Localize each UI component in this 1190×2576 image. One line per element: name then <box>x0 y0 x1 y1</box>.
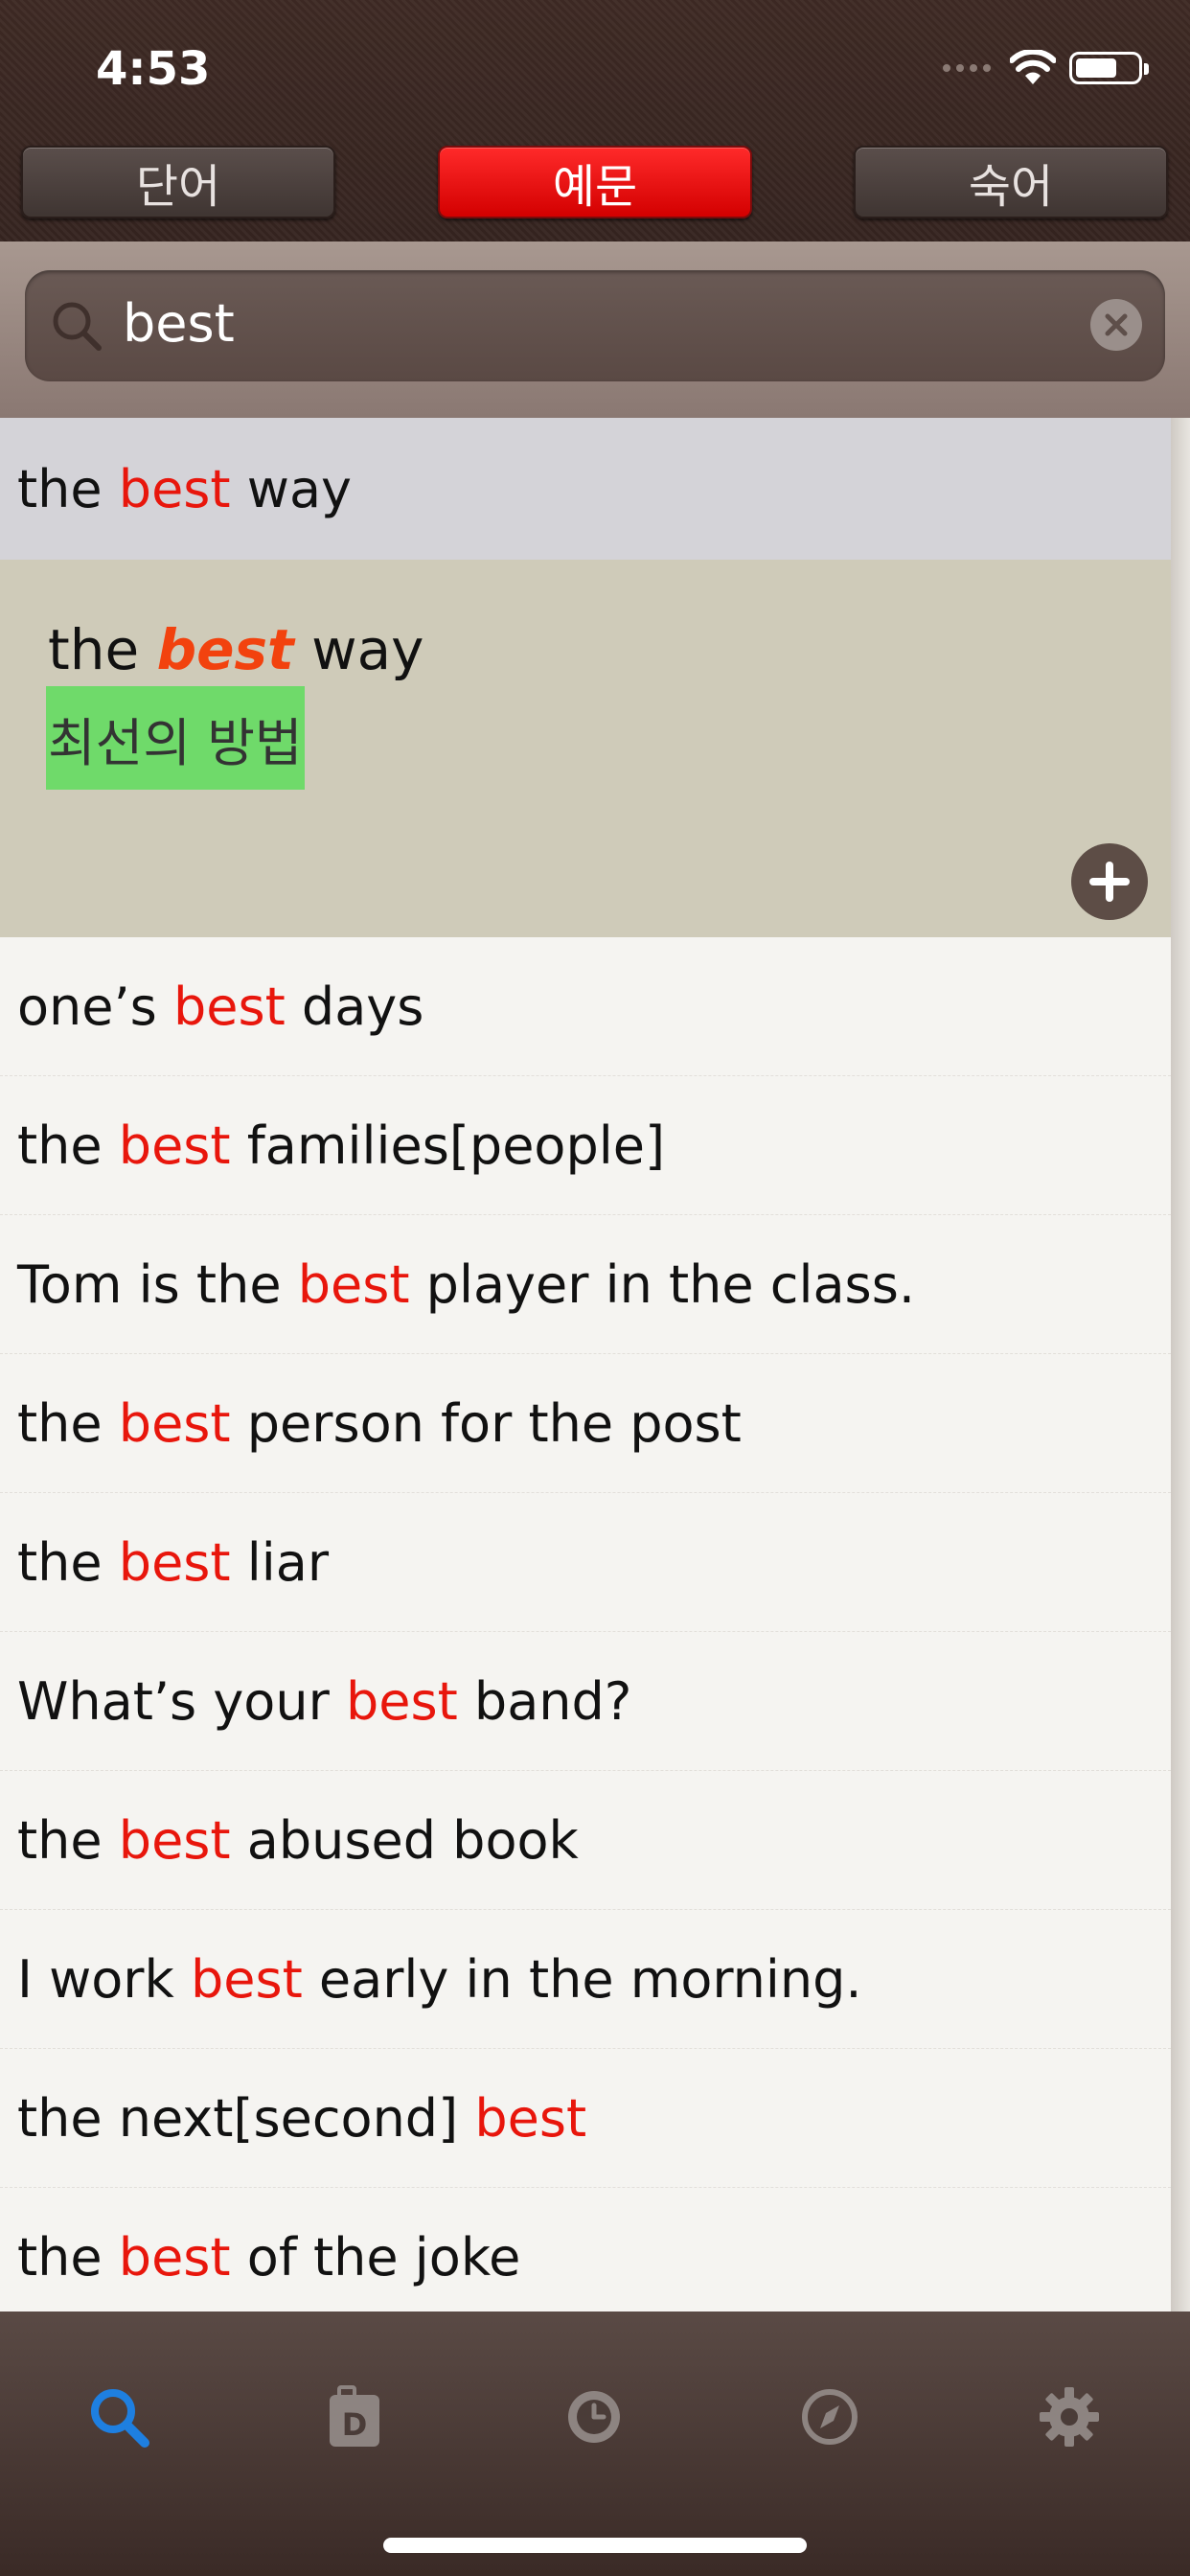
history-icon <box>568 2391 620 2443</box>
detail-english: the best way <box>48 617 424 682</box>
list-item[interactable]: the best of the joke <box>0 2188 1171 2312</box>
row-text: the <box>17 458 119 519</box>
row-text: the <box>17 2226 119 2288</box>
row-match: best <box>190 1948 303 2010</box>
cellular-signal-icon <box>943 64 991 72</box>
list-item[interactable]: the next[second] best <box>0 2049 1171 2188</box>
segment-words[interactable]: 단어 <box>21 146 335 218</box>
compass-icon <box>802 2389 858 2445</box>
home-indicator <box>383 2538 807 2553</box>
row-match: best <box>172 976 286 1037</box>
status-indicators <box>943 50 1149 86</box>
list-item[interactable]: Tom is the best player in the class. <box>0 1215 1171 1354</box>
list-item[interactable]: the best person for the post <box>0 1354 1171 1493</box>
svg-text:D: D <box>342 2406 368 2443</box>
expanded-detail: the best way 최선의 방법 <box>0 560 1171 937</box>
list-item[interactable]: the best families[people] <box>0 1076 1171 1215</box>
row-match: best <box>118 1392 231 1454</box>
list-item-selected[interactable]: the best way <box>0 418 1171 560</box>
row-match: best <box>345 1670 458 1732</box>
row-match: best <box>118 1531 231 1593</box>
row-text: early in the morning. <box>302 1948 862 2010</box>
search-icon <box>91 2389 149 2448</box>
battery-icon <box>1069 52 1149 84</box>
search-icon <box>53 302 102 351</box>
row-text: player in the class. <box>409 1254 915 1315</box>
row-text: Tom is the <box>17 1254 298 1315</box>
dictionary-icon: D <box>330 2385 379 2447</box>
search-value: best <box>123 293 235 354</box>
row-match: best <box>474 2087 587 2149</box>
clear-search-button[interactable] <box>1090 299 1142 351</box>
plus-icon <box>1089 862 1130 902</box>
tab-compass[interactable] <box>791 2379 868 2455</box>
segment-idioms[interactable]: 숙어 <box>854 146 1168 218</box>
results-list[interactable]: the best way the best way 최선의 방법 one’s b… <box>0 418 1190 2312</box>
row-match: best <box>297 1254 410 1315</box>
detail-korean: 최선의 방법 <box>46 686 305 790</box>
row-text: I work <box>17 1948 191 2010</box>
row-text: families[people] <box>230 1115 666 1176</box>
tab-settings[interactable] <box>1031 2379 1108 2455</box>
row-text: What’s your <box>17 1670 346 1732</box>
settings-gear-icon <box>1040 2387 1099 2447</box>
row-text: abused book <box>230 1809 579 1871</box>
header: 4:53 단어 예문 숙어 <box>0 0 1190 242</box>
row-text: days <box>285 976 424 1037</box>
row-text: the <box>17 1392 119 1454</box>
row-text: the next[second] <box>17 2087 475 2149</box>
add-to-wordbook-button[interactable] <box>1071 843 1148 920</box>
tab-bar: D <box>0 2312 1190 2576</box>
tab-dictionary[interactable]: D <box>316 2379 393 2455</box>
tab-search[interactable] <box>80 2379 157 2455</box>
row-text: liar <box>230 1531 330 1593</box>
row-text: the <box>17 1809 119 1871</box>
clear-icon <box>1105 313 1128 336</box>
row-text: the <box>17 1115 119 1176</box>
segment-examples[interactable]: 예문 <box>438 146 752 218</box>
row-text: way <box>230 458 352 519</box>
list-item[interactable]: I work best early in the morning. <box>0 1910 1171 2049</box>
list-item[interactable]: the best abused book <box>0 1771 1171 1910</box>
list-item[interactable]: the best liar <box>0 1493 1171 1632</box>
row-text: band? <box>457 1670 632 1732</box>
list-item[interactable]: What’s your best band? <box>0 1632 1171 1771</box>
tab-history[interactable] <box>556 2379 632 2455</box>
row-text: of the joke <box>230 2226 521 2288</box>
search-input[interactable]: best <box>25 270 1165 381</box>
scrollbar[interactable] <box>1171 418 1190 2312</box>
row-text: the <box>17 1531 119 1593</box>
search-bar-container: best <box>0 242 1190 418</box>
status-time: 4:53 <box>96 42 211 96</box>
wifi-icon <box>1010 50 1056 84</box>
row-match: best <box>118 458 231 519</box>
row-text: one’s <box>17 976 173 1037</box>
row-match: best <box>118 1809 231 1871</box>
row-match: best <box>118 2226 231 2288</box>
row-text: person for the post <box>230 1392 742 1454</box>
list-item[interactable]: one’s best days <box>0 937 1171 1076</box>
row-match: best <box>118 1115 231 1176</box>
